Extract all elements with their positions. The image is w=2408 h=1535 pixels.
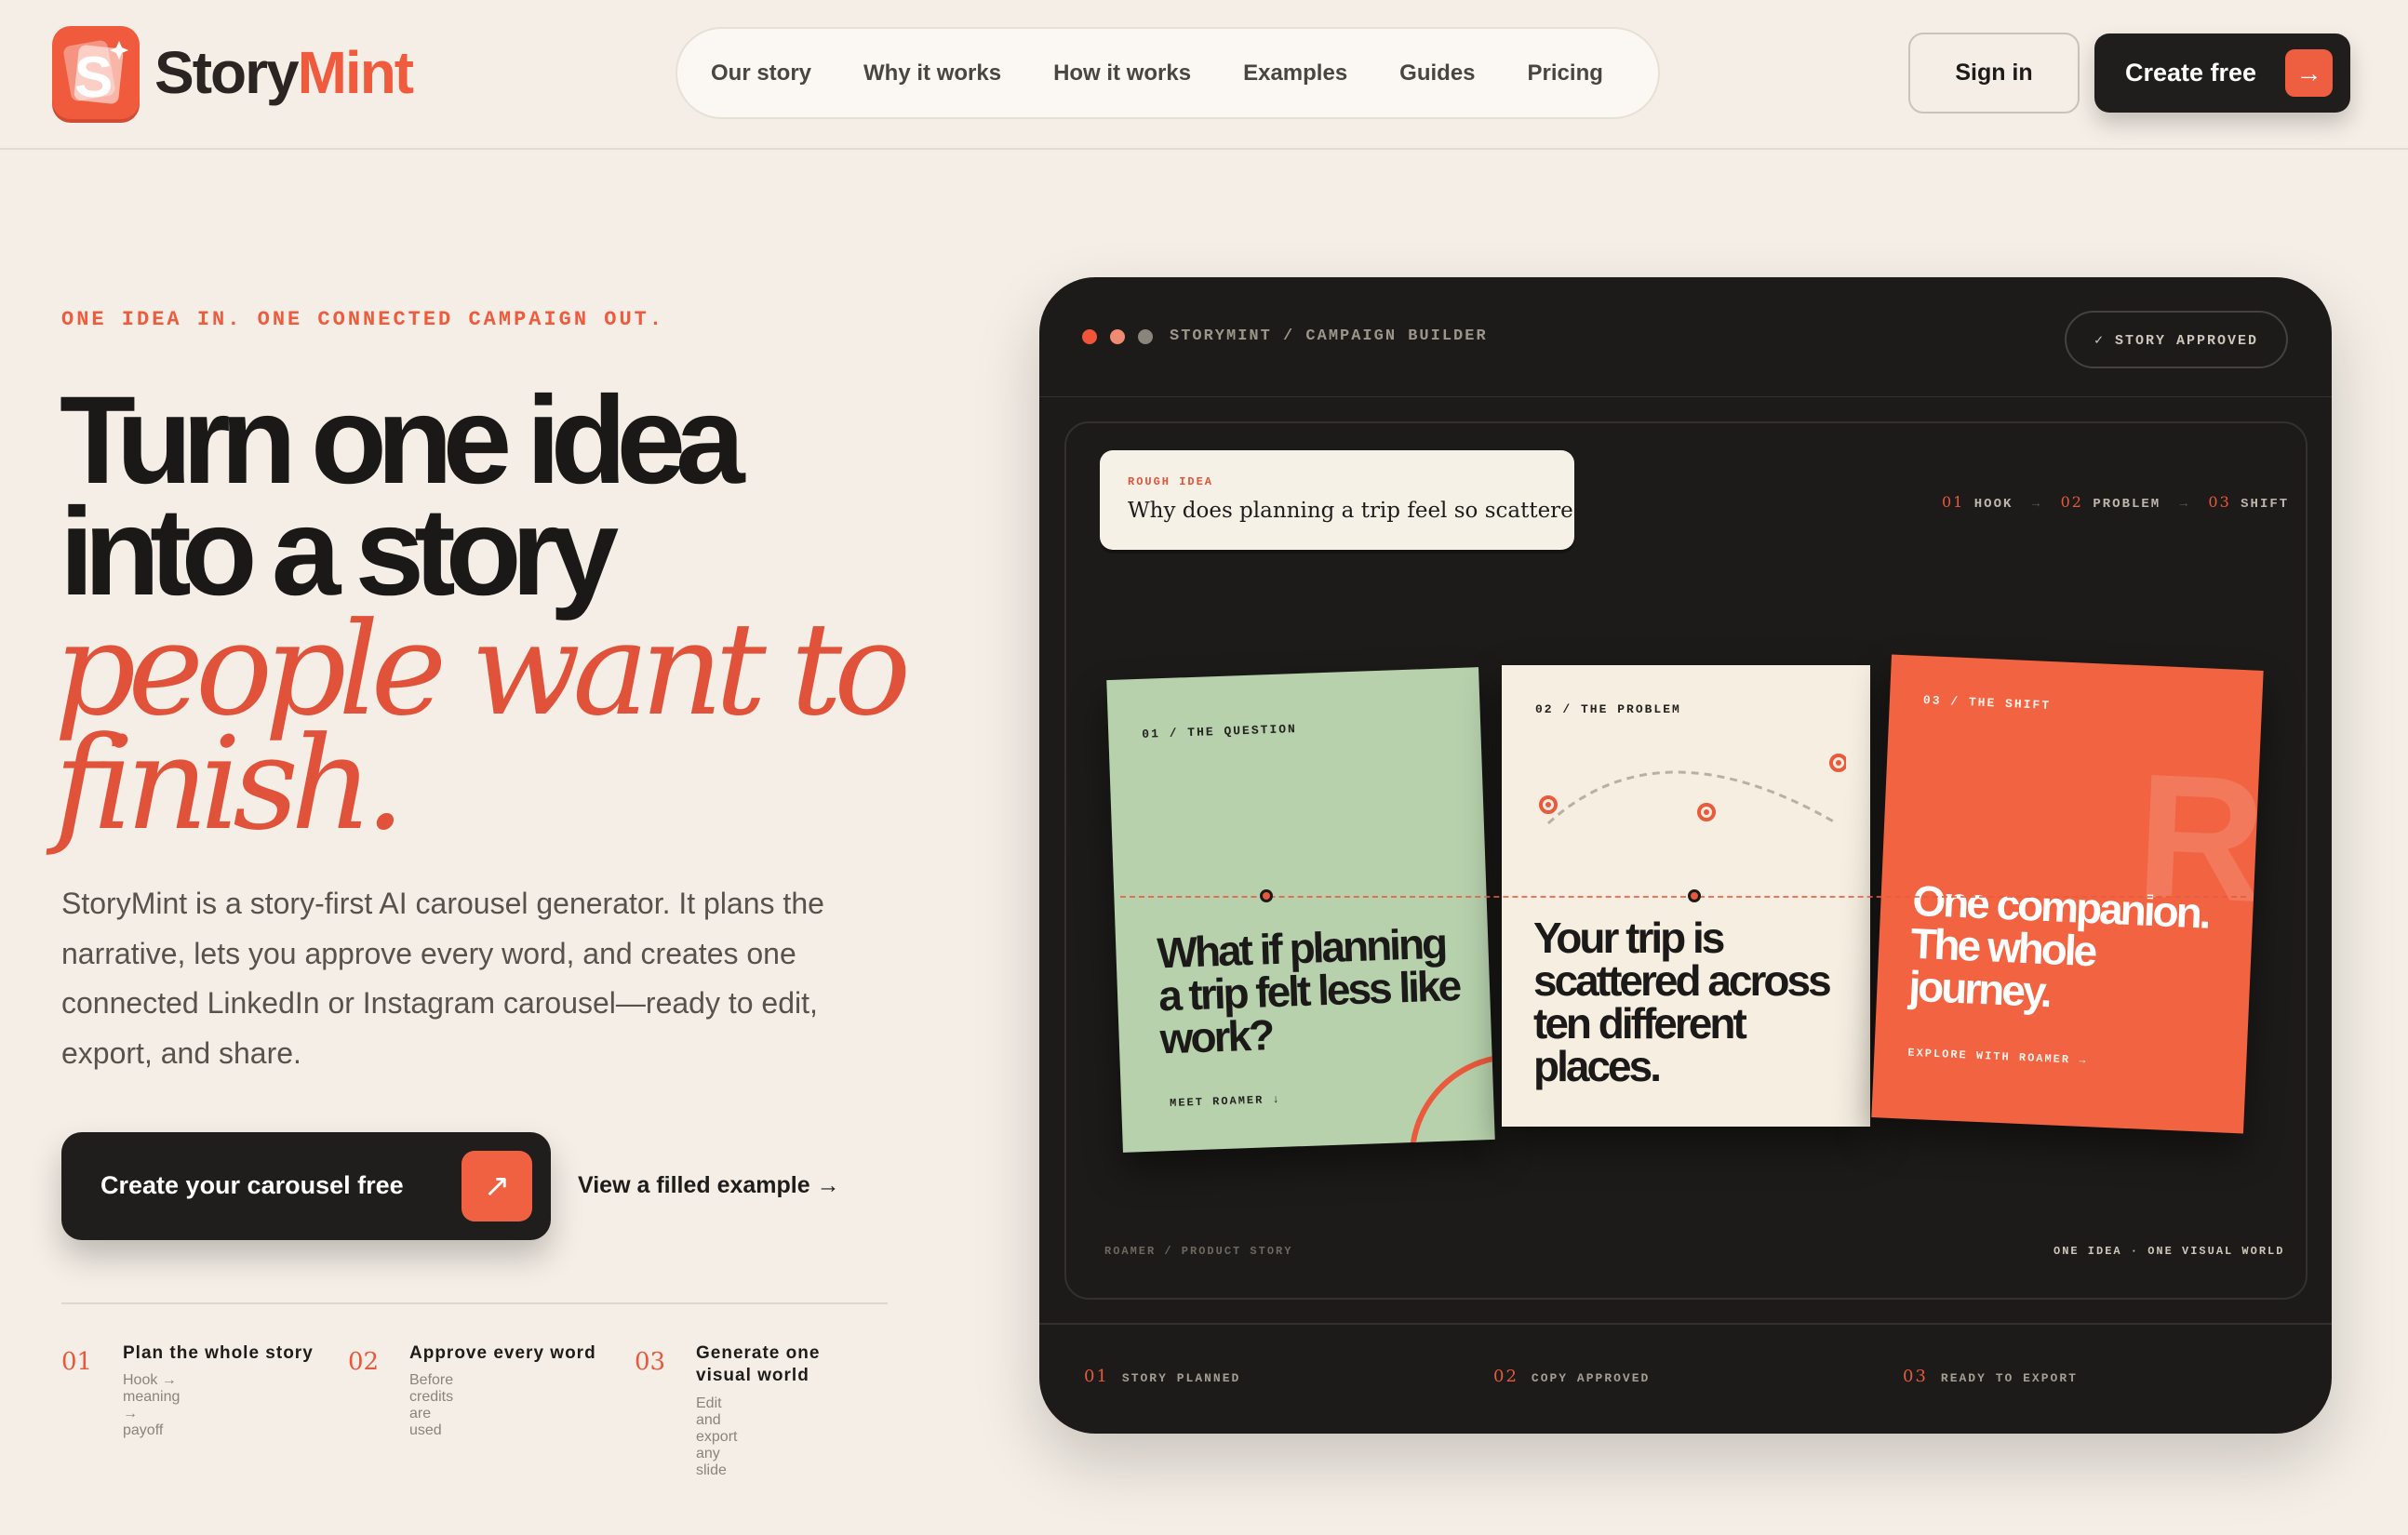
canvas-footer-right: ONE IDEA · ONE VISUAL WORLD [2053, 1245, 2285, 1258]
divider [61, 1302, 888, 1304]
slide-headline: One companion. The whole journey. [1907, 875, 2210, 1017]
nav-why-it-works[interactable]: Why it works [863, 60, 1001, 87]
slide-label: 02 / THE PROBLEM [1535, 702, 1681, 716]
brand-name[interactable]: StoryMint [154, 33, 414, 112]
step-title: Approve every word [409, 1343, 596, 1363]
window-close-dot [1082, 329, 1097, 344]
step-number: 01 [61, 1348, 93, 1376]
step-subtitle: Edit and export any slide [696, 1395, 738, 1478]
rough-idea-text: Why does planning a trip feel so scatter… [1128, 499, 1599, 523]
main-nav: Our story Why it works How it works Exam… [676, 27, 1660, 119]
site-header: S StoryMint Our story Why it works How i… [0, 0, 2408, 150]
flow-step-label: PROBLEM [2093, 497, 2161, 512]
thread-pin-icon [1260, 889, 1273, 902]
nav-pricing[interactable]: Pricing [1528, 60, 1603, 87]
arrow-right-icon: → [2285, 49, 2333, 97]
status-number: 02 [1493, 1367, 1518, 1386]
status-number: 03 [1903, 1367, 1928, 1386]
brand-name-part2: Mint [297, 39, 414, 106]
hero-description: StoryMint is a story-first AI carousel g… [61, 887, 824, 1070]
nav-our-story[interactable]: Our story [711, 60, 811, 87]
arrow-right-icon: → [2031, 497, 2042, 512]
thread-pin-icon [1688, 889, 1701, 902]
sign-in-button[interactable]: Sign in [1908, 33, 2080, 113]
slide-headline: Your trip is scattered across ten differ… [1533, 914, 1832, 1090]
nav-how-it-works[interactable]: How it works [1053, 60, 1191, 87]
story-thread-line [1120, 896, 2246, 898]
step-number: 03 [635, 1348, 666, 1376]
svg-text:S: S [74, 46, 113, 110]
step-subtitle: Before credits are used [409, 1372, 454, 1438]
storymint-logo-icon[interactable]: S [52, 26, 140, 119]
window-maximize-dot [1138, 329, 1153, 344]
status-story-planned: 01 STORY PLANNED [1084, 1367, 1240, 1386]
hero-title-line-4: finish. [54, 709, 406, 859]
canvas-footer-left: ROAMER / PRODUCT STORY [1104, 1245, 1293, 1258]
status-ready-to-export: 03 READY TO EXPORT [1903, 1367, 2078, 1386]
step-title: Generate one visual world [696, 1343, 821, 1385]
create-carousel-label: Create your carousel free [100, 1171, 404, 1199]
create-carousel-button[interactable]: Create your carousel free ↗ [61, 1132, 551, 1240]
journey-path-icon [1539, 754, 1846, 825]
story-flow: 01 HOOK → 02 PROBLEM → 03 SHIFT [1942, 493, 2289, 512]
divider [1039, 396, 2332, 397]
nav-examples[interactable]: Examples [1243, 60, 1347, 87]
create-free-button[interactable]: Create free → [2094, 33, 2350, 113]
status-label: COPY APPROVED [1531, 1371, 1651, 1385]
carousel-slide-3[interactable]: R 03 / THE SHIFT One companion. The whol… [1871, 654, 2264, 1134]
status-number: 01 [1084, 1367, 1109, 1386]
flow-step-number: 03 [2208, 493, 2231, 511]
slide-label: 03 / THE SHIFT [1922, 693, 2052, 714]
hero-eyebrow: ONE IDEA IN. ONE CONNECTED CAMPAIGN OUT. [61, 308, 665, 331]
carousel-slide-1[interactable]: 01 / THE QUESTION What if planning a tri… [1106, 667, 1495, 1153]
slide-label: 01 / THE QUESTION [1142, 722, 1298, 741]
rough-idea-card: ROUGH IDEA Why does planning a trip feel… [1100, 450, 1599, 550]
create-free-label: Create free [2125, 59, 2257, 87]
rough-idea-label: ROUGH IDEA [1128, 475, 1214, 488]
step-subtitle: Hook → meaning → payoff [123, 1372, 181, 1438]
status-copy-approved: 02 COPY APPROVED [1493, 1367, 1650, 1386]
brand-name-part1: Story [154, 39, 300, 106]
flow-step-number: 02 [2060, 493, 2083, 511]
slide-footer: MEET ROAMER ↓ [1169, 1092, 1281, 1111]
view-example-link[interactable]: View a filled example → [578, 1172, 840, 1199]
flow-step-label: SHIFT [2241, 497, 2290, 512]
flow-step-label: HOOK [1973, 497, 2013, 512]
divider [1039, 1323, 2332, 1325]
status-label: STORY PLANNED [1121, 1371, 1241, 1385]
step-number: 02 [348, 1348, 380, 1376]
window-title: STORYMINT / CAMPAIGN BUILDER [1170, 327, 1488, 345]
arc-decoration-icon [1409, 1054, 1495, 1153]
status-label: READY TO EXPORT [1940, 1371, 2078, 1385]
campaign-builder-window: STORYMINT / CAMPAIGN BUILDER ✓ STORY APP… [1039, 277, 2332, 1434]
step-title: Plan the whole story [123, 1343, 314, 1363]
nav-guides[interactable]: Guides [1399, 60, 1475, 87]
slide-footer: EXPLORE WITH ROAMER → [1907, 1046, 2088, 1068]
story-approved-badge: ✓ STORY APPROVED [2065, 311, 2288, 368]
arrow-right-icon: → [2179, 497, 2189, 512]
arrow-up-right-icon: ↗ [462, 1151, 532, 1221]
window-minimize-dot [1110, 329, 1125, 344]
flow-step-number: 01 [1942, 493, 1965, 511]
